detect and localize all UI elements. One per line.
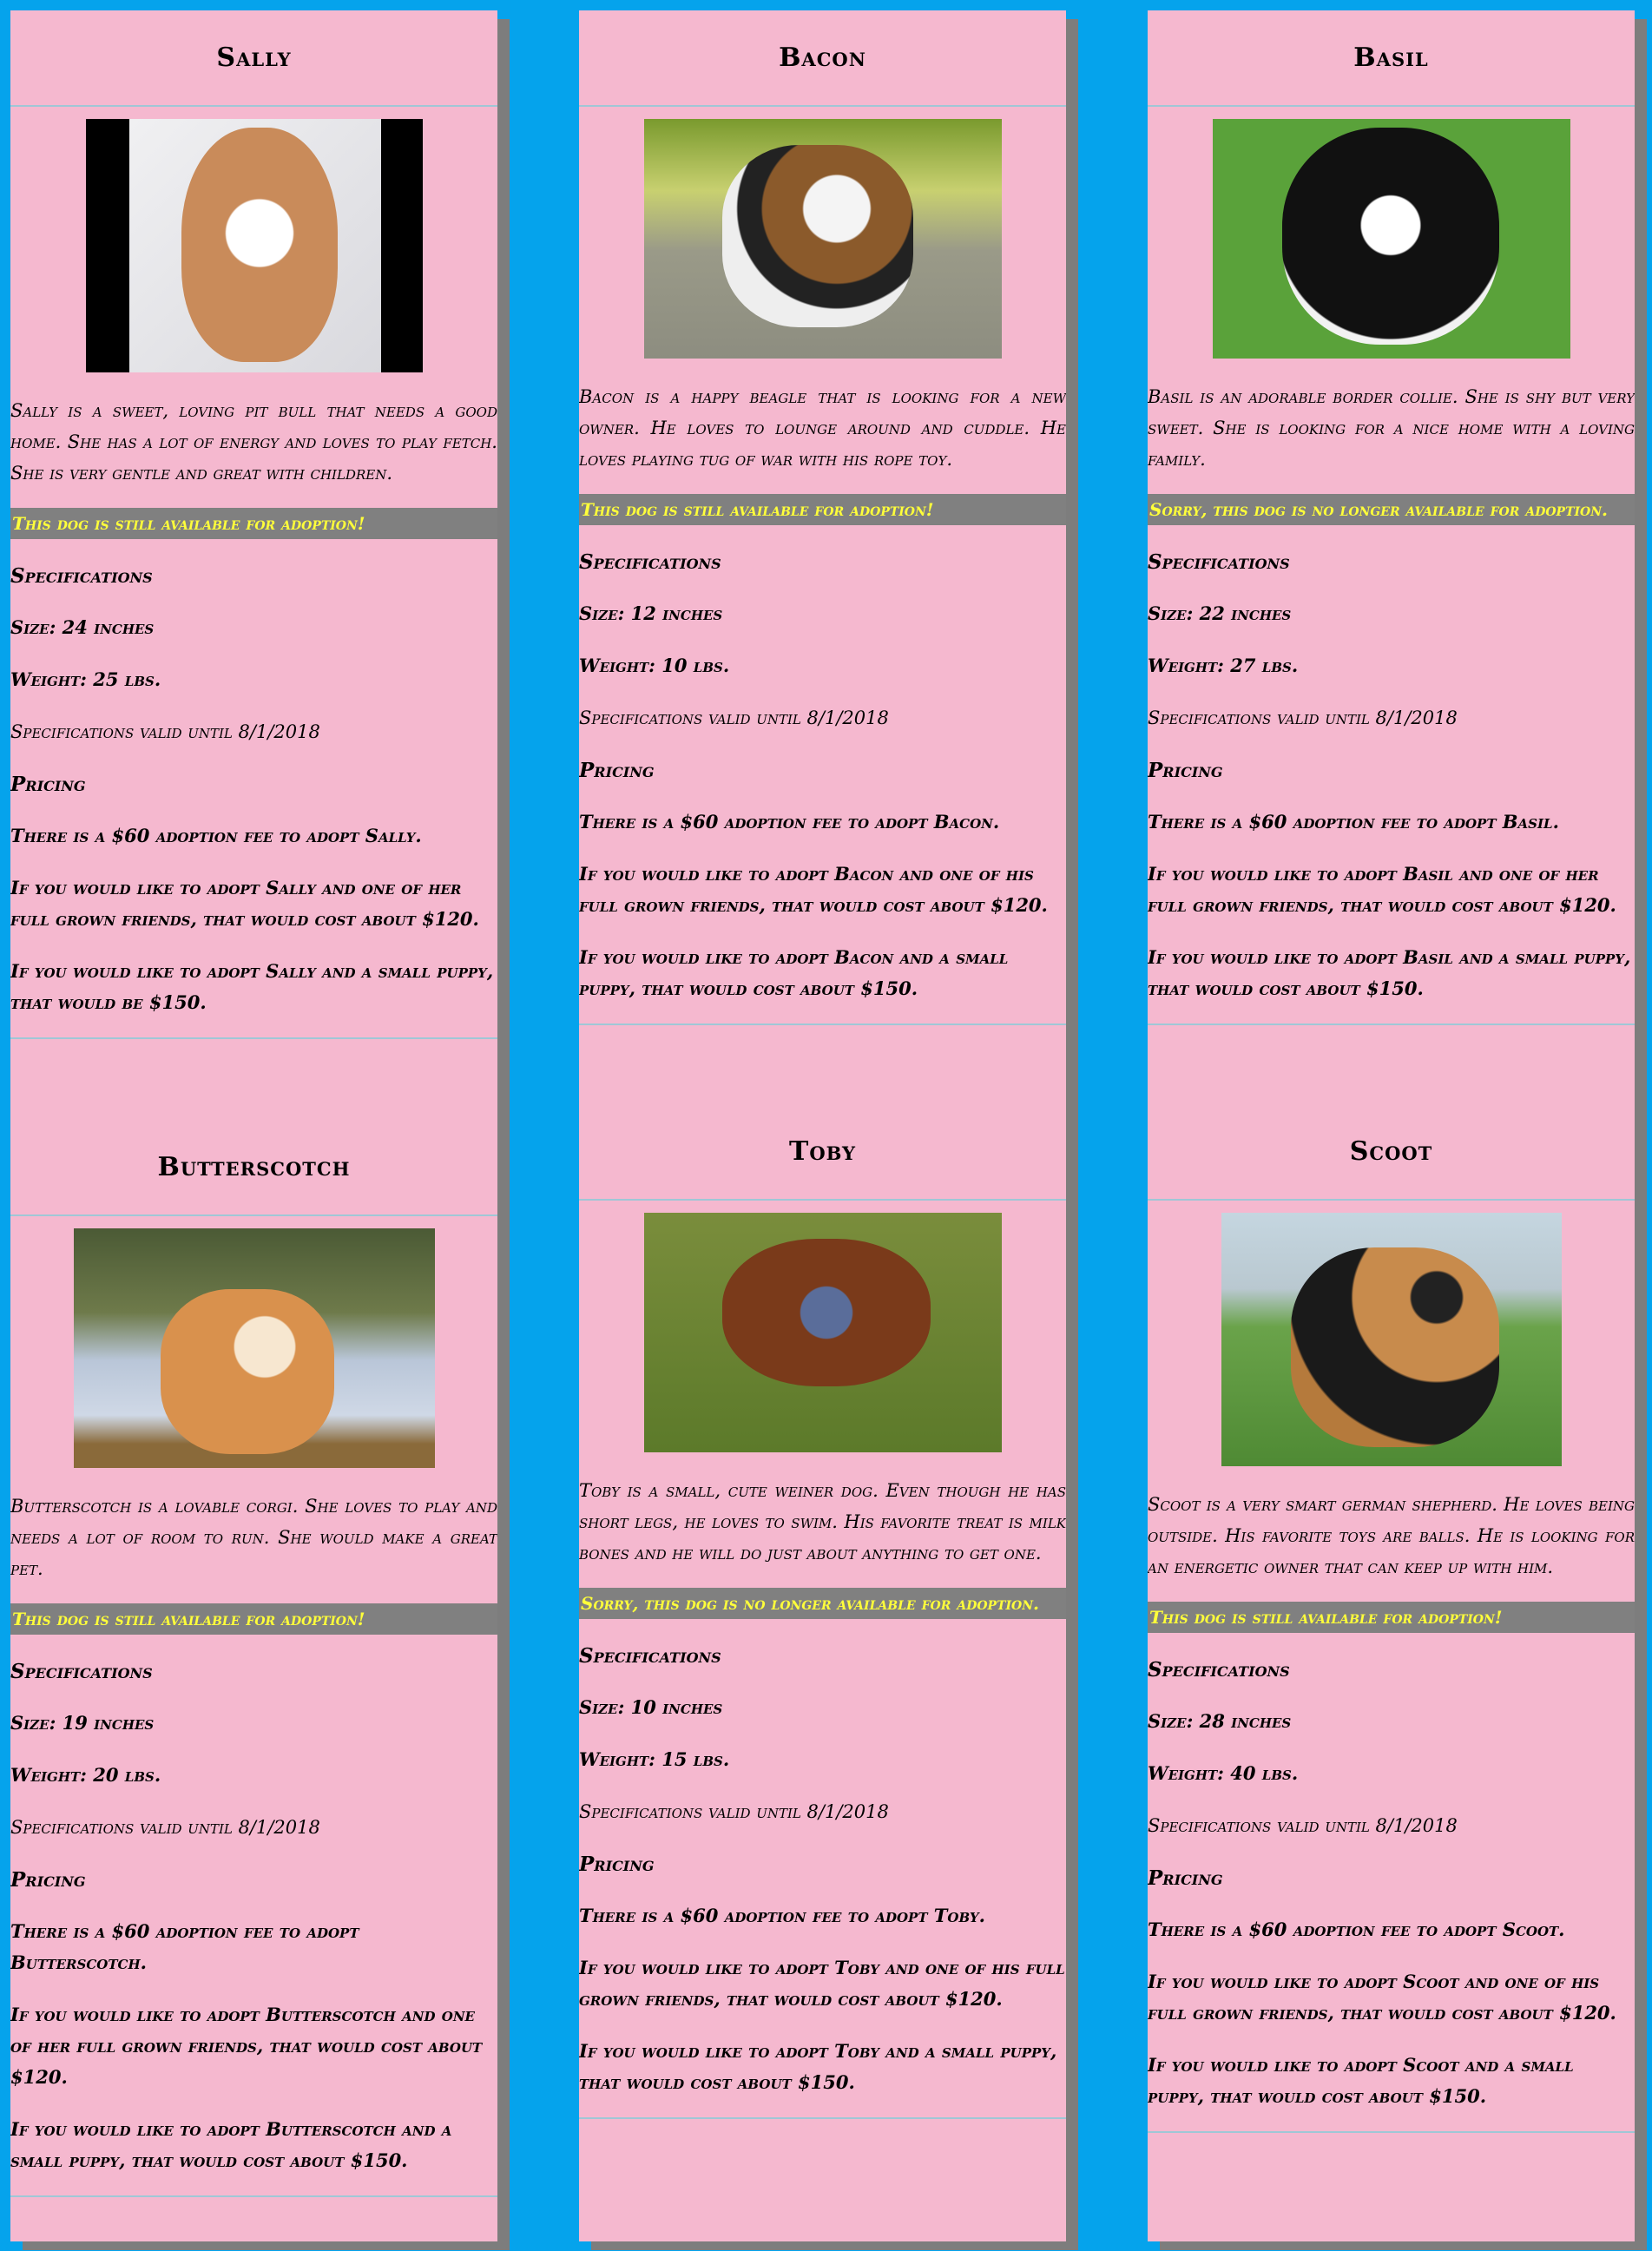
specifications-heading: Specifications bbox=[579, 1644, 721, 1668]
specs-valid-date: Specifications valid until 8/1/2018 bbox=[1148, 1815, 1458, 1836]
dog-weight: Weight: 25 lbs. bbox=[10, 668, 161, 690]
pricing-heading: Pricing bbox=[579, 759, 655, 782]
dog-photo bbox=[643, 119, 1002, 359]
dog-description: Sally is a sweet, loving pit bull that n… bbox=[10, 400, 497, 484]
availability-status: Sorry, this dog is no longer available f… bbox=[1148, 494, 1635, 525]
card-divider bbox=[10, 1037, 497, 1039]
specifications-heading: Specifications bbox=[10, 564, 153, 588]
puppy-price: If you would like to adopt Butterscotch … bbox=[10, 2118, 452, 2171]
adoption-fee: There is a $60 adoption fee to adopt Tob… bbox=[579, 1905, 985, 1926]
dog-photo bbox=[1221, 1213, 1562, 1466]
pricing-heading: Pricing bbox=[10, 1868, 86, 1892]
dog-weight: Weight: 27 lbs. bbox=[1148, 655, 1299, 676]
dog-card-toby: Toby Toby is a small, cute weiner dog. E… bbox=[579, 1104, 1066, 2241]
puppy-price: If you would like to adopt Basil and a s… bbox=[1148, 946, 1631, 999]
dog-name: Butterscotch bbox=[10, 1120, 497, 1216]
specifications-heading: Specifications bbox=[10, 1660, 153, 1683]
dog-photo bbox=[1212, 119, 1570, 359]
adult-friend-price: If you would like to adopt Scoot and one… bbox=[1148, 1971, 1616, 2024]
dog-name: Basil bbox=[1148, 10, 1635, 107]
dog-size: Size: 19 inches bbox=[10, 1712, 155, 1734]
dog-description: Basil is an adorable border collie. She … bbox=[1148, 386, 1635, 470]
card-divider bbox=[1148, 1023, 1635, 1025]
pricing-heading: Pricing bbox=[10, 773, 86, 796]
dog-size: Size: 28 inches bbox=[1148, 1710, 1292, 1732]
dog-name: Toby bbox=[579, 1104, 1066, 1201]
puppy-price: If you would like to adopt Scoot and a s… bbox=[1148, 2054, 1574, 2107]
availability-status: This dog is still available for adoption… bbox=[579, 494, 1066, 525]
adoption-fee: There is a $60 adoption fee to adopt Bac… bbox=[579, 811, 1000, 833]
adult-friend-price: If you would like to adopt Bacon and one… bbox=[579, 863, 1048, 916]
card-divider bbox=[579, 1023, 1066, 1025]
availability-status: This dog is still available for adoption… bbox=[10, 1603, 497, 1635]
dog-photo bbox=[85, 119, 423, 372]
adult-friend-price: If you would like to adopt Sally and one… bbox=[10, 877, 479, 930]
dog-card-scoot: Scoot Scoot is a very smart german sheph… bbox=[1148, 1104, 1635, 2241]
card-divider bbox=[579, 2117, 1066, 2119]
dog-size: Size: 12 inches bbox=[579, 602, 723, 624]
dog-size: Size: 10 inches bbox=[579, 1696, 723, 1718]
dog-card-butterscotch: Butterscotch Butterscotch is a lovable c… bbox=[10, 1120, 497, 2241]
adoption-fee: There is a $60 adoption fee to adopt But… bbox=[10, 1920, 359, 1973]
dog-photo bbox=[643, 1213, 1002, 1452]
dog-weight: Weight: 20 lbs. bbox=[10, 1764, 161, 1786]
availability-status: This dog is still available for adoption… bbox=[1148, 1602, 1635, 1633]
dog-size: Size: 24 inches bbox=[10, 616, 155, 638]
adoption-fee: There is a $60 adoption fee to adopt Sal… bbox=[10, 825, 422, 846]
dog-name: Scoot bbox=[1148, 1104, 1635, 1201]
dog-weight: Weight: 15 lbs. bbox=[579, 1748, 730, 1770]
pricing-heading: Pricing bbox=[1148, 759, 1223, 782]
card-divider bbox=[1148, 2131, 1635, 2133]
pricing-heading: Pricing bbox=[579, 1853, 655, 1876]
specifications-heading: Specifications bbox=[579, 550, 721, 574]
specs-valid-date: Specifications valid until 8/1/2018 bbox=[10, 721, 320, 742]
adult-friend-price: If you would like to adopt Basil and one… bbox=[1148, 863, 1616, 916]
adoption-fee: There is a $60 adoption fee to adopt Bas… bbox=[1148, 811, 1559, 833]
dog-name: Bacon bbox=[579, 10, 1066, 107]
dog-description: Bacon is a happy beagle that is looking … bbox=[579, 386, 1066, 470]
dog-size: Size: 22 inches bbox=[1148, 602, 1292, 624]
dog-photo bbox=[73, 1228, 435, 1468]
pricing-heading: Pricing bbox=[1148, 1866, 1223, 1890]
availability-status: This dog is still available for adoption… bbox=[10, 508, 497, 539]
dog-name: Sally bbox=[10, 10, 497, 107]
dog-weight: Weight: 10 lbs. bbox=[579, 655, 730, 676]
dog-weight: Weight: 40 lbs. bbox=[1148, 1762, 1299, 1784]
dog-description: Butterscotch is a lovable corgi. She lov… bbox=[10, 1496, 497, 1579]
puppy-price: If you would like to adopt Toby and a sm… bbox=[579, 2040, 1057, 2093]
dog-description: Scoot is a very smart german shepherd. H… bbox=[1148, 1494, 1635, 1577]
specs-valid-date: Specifications valid until 8/1/2018 bbox=[1148, 708, 1458, 728]
specs-valid-date: Specifications valid until 8/1/2018 bbox=[579, 708, 889, 728]
specs-valid-date: Specifications valid until 8/1/2018 bbox=[10, 1817, 320, 1838]
availability-status: Sorry, this dog is no longer available f… bbox=[579, 1588, 1066, 1619]
adult-friend-price: If you would like to adopt Butterscotch … bbox=[10, 2004, 483, 2088]
card-divider bbox=[10, 2195, 497, 2197]
dog-description: Toby is a small, cute weiner dog. Even t… bbox=[579, 1480, 1066, 1563]
specifications-heading: Specifications bbox=[1148, 550, 1290, 574]
specifications-heading: Specifications bbox=[1148, 1658, 1290, 1682]
puppy-price: If you would like to adopt Sally and a s… bbox=[10, 960, 494, 1013]
adult-friend-price: If you would like to adopt Toby and one … bbox=[579, 1957, 1065, 2010]
specs-valid-date: Specifications valid until 8/1/2018 bbox=[579, 1801, 889, 1822]
puppy-price: If you would like to adopt Bacon and a s… bbox=[579, 946, 1009, 999]
adoption-fee: There is a $60 adoption fee to adopt Sco… bbox=[1148, 1919, 1565, 1940]
